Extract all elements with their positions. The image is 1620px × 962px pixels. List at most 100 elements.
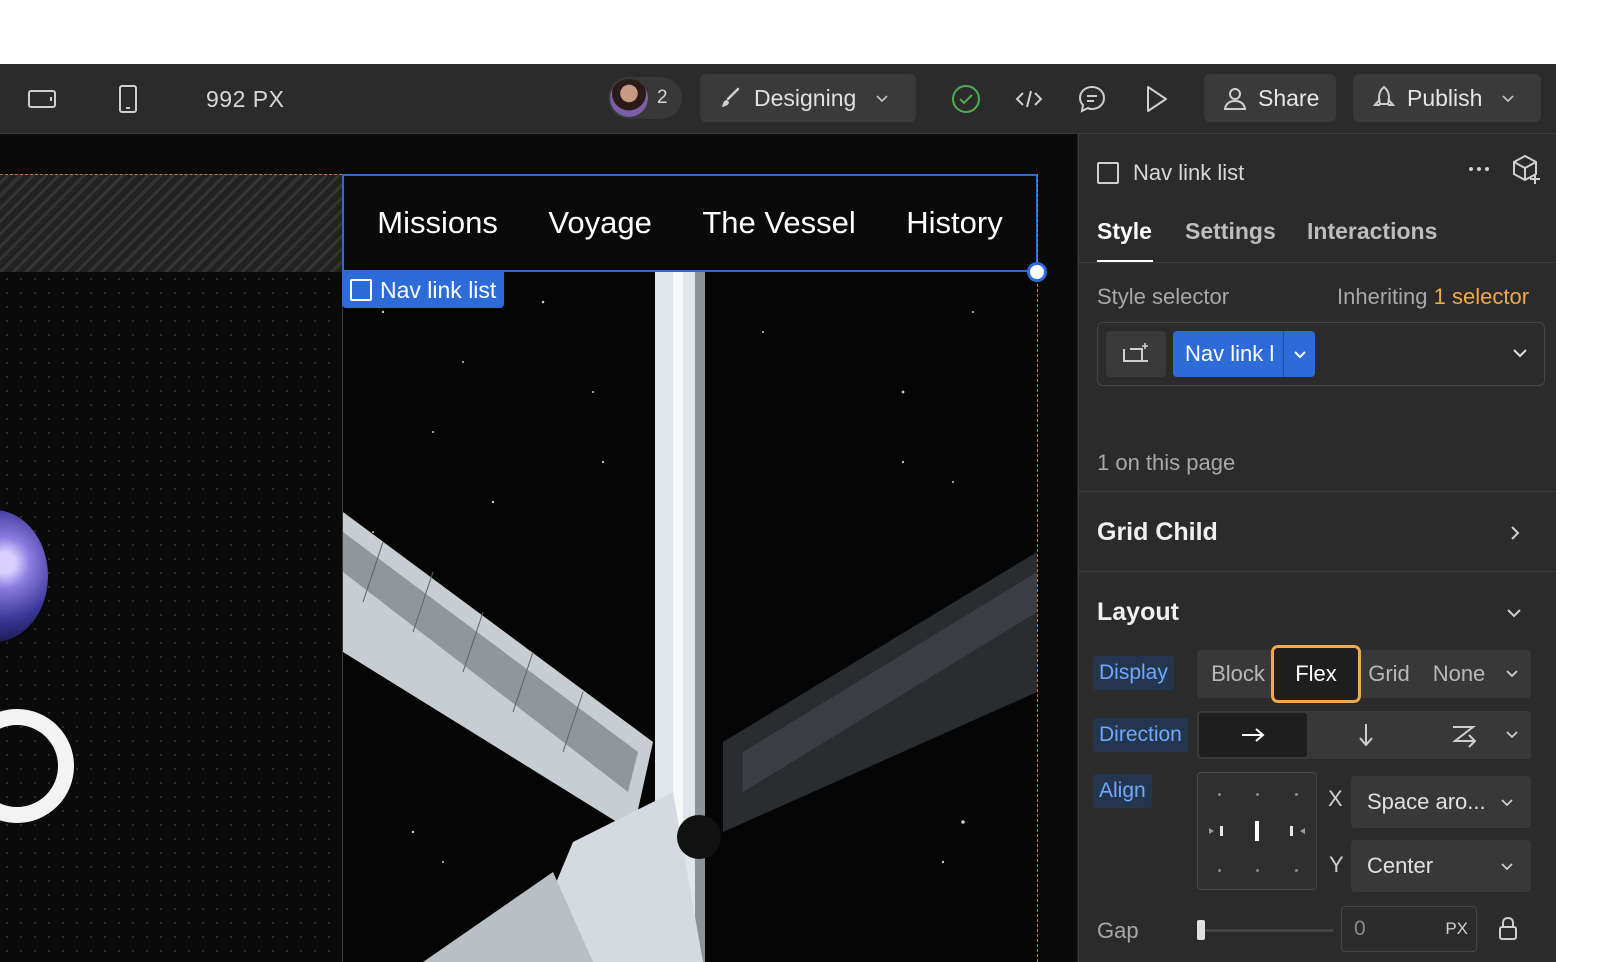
tablet-landscape-icon[interactable] xyxy=(24,82,60,116)
share-label: Share xyxy=(1258,84,1320,111)
gap-label: Gap xyxy=(1097,918,1139,943)
display-option-none[interactable]: None xyxy=(1429,650,1489,698)
align-dot xyxy=(1218,793,1221,796)
gap-slider-thumb[interactable] xyxy=(1197,920,1205,940)
divider xyxy=(1079,262,1556,263)
display-option-flex[interactable]: Flex xyxy=(1271,645,1361,703)
dot-grid-background xyxy=(0,272,342,962)
inheriting-info[interactable]: Inheriting 1 selector xyxy=(1337,284,1529,310)
divider xyxy=(1079,491,1556,492)
arrow-right-icon xyxy=(1242,728,1265,742)
align-arrow-icon xyxy=(1209,828,1214,834)
direction-segmented-control xyxy=(1197,711,1531,759)
y-align-value: Center xyxy=(1367,853,1434,878)
create-component-icon[interactable] xyxy=(1509,152,1543,191)
selected-element-label: Nav link list xyxy=(380,276,497,303)
nav-link-missions[interactable]: Missions xyxy=(377,205,498,241)
selected-element-tag[interactable]: Nav link list xyxy=(342,272,505,308)
share-button[interactable]: Share xyxy=(1204,74,1336,122)
x-align-select[interactable]: Space aro... xyxy=(1351,776,1531,828)
display-option-grid[interactable]: Grid xyxy=(1361,650,1417,698)
element-box-icon xyxy=(350,279,372,301)
mode-dropdown[interactable]: Designing xyxy=(700,74,916,122)
grid-child-section-title[interactable]: Grid Child xyxy=(1097,518,1218,547)
gap-slider-track[interactable] xyxy=(1199,929,1333,932)
chevron-right-icon[interactable] xyxy=(1505,521,1525,550)
publish-button[interactable]: Publish xyxy=(1353,74,1541,122)
y-align-select[interactable]: Center xyxy=(1351,840,1531,892)
style-panel: Nav link list Style Settings Interaction… xyxy=(1078,134,1556,962)
x-align-value: Space aro... xyxy=(1367,789,1486,814)
nav-link-voyage[interactable]: Voyage xyxy=(548,205,651,241)
chevron-down-icon[interactable] xyxy=(1503,725,1521,748)
publish-label: Publish xyxy=(1407,84,1483,111)
align-bar xyxy=(1290,826,1293,836)
element-header: Nav link list xyxy=(1097,160,1244,186)
inheriting-prefix: Inheriting xyxy=(1337,284,1428,309)
align-dot xyxy=(1256,869,1259,872)
inheriting-count[interactable]: 1 selector xyxy=(1434,284,1529,309)
rocket-icon xyxy=(1372,85,1396,106)
chevron-down-icon xyxy=(1501,863,1513,871)
collaborators[interactable]: 2 xyxy=(608,77,682,119)
tab-style[interactable]: Style xyxy=(1097,218,1152,245)
display-label[interactable]: Display xyxy=(1093,656,1174,690)
direction-column-button[interactable] xyxy=(1355,721,1377,754)
gap-value: 0 xyxy=(1354,917,1366,940)
chevron-down-icon xyxy=(1502,95,1515,103)
design-canvas[interactable]: Missions Voyage The Vessel History Nav l… xyxy=(0,134,1077,962)
direction-label[interactable]: Direction xyxy=(1093,718,1188,752)
element-name: Nav link list xyxy=(1133,160,1245,185)
chevron-down-icon xyxy=(1293,351,1306,359)
hatched-gap-area xyxy=(0,174,342,272)
layout-section-title[interactable]: Layout xyxy=(1097,598,1179,627)
wrap-arrow-icon xyxy=(1452,726,1477,748)
align-bar xyxy=(1220,826,1223,836)
nav-link-history[interactable]: History xyxy=(906,205,1002,241)
lock-icon[interactable] xyxy=(1497,916,1519,947)
selector-dropdown-toggle[interactable] xyxy=(1510,343,1530,368)
spacecraft-photo[interactable] xyxy=(343,272,1037,962)
webflow-designer: 992 PX 2 Designing Share Publish Mission… xyxy=(0,64,1556,962)
alignment-grid[interactable] xyxy=(1197,772,1317,890)
nav-link-the-vessel[interactable]: The Vessel xyxy=(702,205,855,241)
on-page-count: 1 on this page xyxy=(1097,450,1236,475)
display-option-block[interactable]: Block xyxy=(1197,650,1279,698)
chevron-down-icon xyxy=(1501,799,1513,807)
class-chip[interactable]: Nav link l xyxy=(1173,331,1315,377)
top-toolbar: 992 PX 2 Designing Share Publish xyxy=(0,64,1556,134)
collaborators-count: 2 xyxy=(657,87,668,108)
x-axis-label: X xyxy=(1328,786,1343,811)
code-icon[interactable] xyxy=(1011,82,1047,116)
viewport-width: 992 PX xyxy=(206,86,285,112)
mobile-portrait-icon[interactable] xyxy=(110,82,146,116)
chevron-down-icon[interactable] xyxy=(1503,664,1521,687)
direction-wrap-button[interactable] xyxy=(1449,721,1479,754)
resize-handle[interactable] xyxy=(1027,262,1047,282)
tab-interactions[interactable]: Interactions xyxy=(1307,218,1437,245)
align-dot xyxy=(1295,793,1298,796)
preview-play-icon[interactable] xyxy=(1138,82,1174,116)
nav-link-list[interactable]: Missions Voyage The Vessel History xyxy=(342,174,1038,272)
chevron-down-icon xyxy=(876,95,888,103)
align-dot xyxy=(1295,869,1298,872)
comment-icon[interactable] xyxy=(1074,82,1110,116)
selector-state-icon[interactable] xyxy=(1106,331,1166,377)
arrow-down-icon xyxy=(1359,724,1373,747)
tab-settings[interactable]: Settings xyxy=(1185,218,1276,245)
chevron-down-icon[interactable] xyxy=(1503,602,1525,629)
check-status-icon[interactable] xyxy=(948,82,984,116)
brush-icon xyxy=(722,87,740,107)
gap-input[interactable]: 0 PX xyxy=(1341,906,1477,952)
y-axis-label: Y xyxy=(1329,852,1344,877)
class-chip-label: Nav link l xyxy=(1185,341,1275,366)
gap-unit[interactable]: PX xyxy=(1445,919,1468,939)
align-dot xyxy=(1256,793,1259,796)
style-selector-field[interactable]: Nav link l xyxy=(1097,322,1545,386)
more-options-icon[interactable] xyxy=(1464,154,1494,189)
class-chip-dropdown[interactable] xyxy=(1283,331,1315,377)
direction-row-button[interactable] xyxy=(1199,713,1307,757)
align-label[interactable]: Align xyxy=(1093,774,1152,808)
divider xyxy=(1079,571,1556,572)
align-bar xyxy=(1255,821,1259,841)
